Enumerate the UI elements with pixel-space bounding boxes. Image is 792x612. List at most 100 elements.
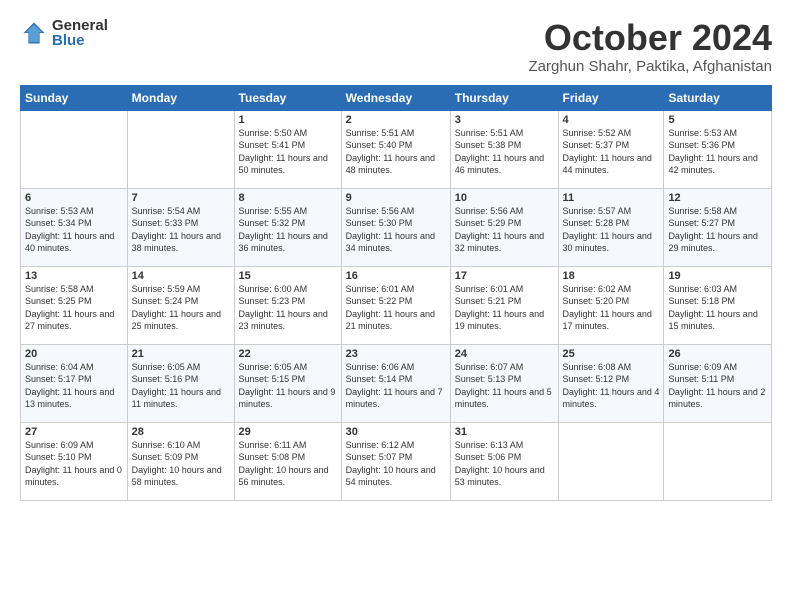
calendar-cell: 25Sunrise: 6:08 AMSunset: 5:12 PMDayligh… — [558, 344, 664, 422]
calendar-cell — [127, 110, 234, 188]
calendar-cell — [21, 110, 128, 188]
day-info: Sunrise: 6:01 AMSunset: 5:22 PMDaylight:… — [346, 283, 446, 333]
day-number: 25 — [563, 348, 660, 360]
day-number: 30 — [346, 426, 446, 438]
day-number: 7 — [132, 192, 230, 204]
calendar-cell: 28Sunrise: 6:10 AMSunset: 5:09 PMDayligh… — [127, 422, 234, 500]
weekday-header-monday: Monday — [127, 85, 234, 110]
calendar-cell — [558, 422, 664, 500]
day-info: Sunrise: 6:11 AMSunset: 5:08 PMDaylight:… — [239, 439, 337, 489]
day-number: 8 — [239, 192, 337, 204]
day-number: 18 — [563, 270, 660, 282]
logo-blue-text: Blue — [52, 33, 108, 48]
location-title: Zarghun Shahr, Paktika, Afghanistan — [529, 58, 773, 75]
day-info: Sunrise: 6:05 AMSunset: 5:15 PMDaylight:… — [239, 361, 337, 411]
week-row-3: 13Sunrise: 5:58 AMSunset: 5:25 PMDayligh… — [21, 266, 772, 344]
calendar-cell: 21Sunrise: 6:05 AMSunset: 5:16 PMDayligh… — [127, 344, 234, 422]
calendar-cell: 17Sunrise: 6:01 AMSunset: 5:21 PMDayligh… — [450, 266, 558, 344]
calendar-cell: 8Sunrise: 5:55 AMSunset: 5:32 PMDaylight… — [234, 188, 341, 266]
calendar-cell: 24Sunrise: 6:07 AMSunset: 5:13 PMDayligh… — [450, 344, 558, 422]
day-info: Sunrise: 6:12 AMSunset: 5:07 PMDaylight:… — [346, 439, 446, 489]
day-info: Sunrise: 6:01 AMSunset: 5:21 PMDaylight:… — [455, 283, 554, 333]
title-section: October 2024 Zarghun Shahr, Paktika, Afg… — [529, 18, 773, 75]
page: General Blue October 2024 Zarghun Shahr,… — [0, 0, 792, 511]
calendar-cell: 19Sunrise: 6:03 AMSunset: 5:18 PMDayligh… — [664, 266, 772, 344]
calendar-cell: 30Sunrise: 6:12 AMSunset: 5:07 PMDayligh… — [341, 422, 450, 500]
week-row-5: 27Sunrise: 6:09 AMSunset: 5:10 PMDayligh… — [21, 422, 772, 500]
day-info: Sunrise: 5:51 AMSunset: 5:40 PMDaylight:… — [346, 127, 446, 177]
calendar-table: SundayMondayTuesdayWednesdayThursdayFrid… — [20, 85, 772, 501]
week-row-4: 20Sunrise: 6:04 AMSunset: 5:17 PMDayligh… — [21, 344, 772, 422]
logo-general-text: General — [52, 18, 108, 33]
day-number: 6 — [25, 192, 123, 204]
weekday-header-thursday: Thursday — [450, 85, 558, 110]
day-number: 28 — [132, 426, 230, 438]
day-number: 14 — [132, 270, 230, 282]
calendar-cell: 31Sunrise: 6:13 AMSunset: 5:06 PMDayligh… — [450, 422, 558, 500]
calendar-cell: 5Sunrise: 5:53 AMSunset: 5:36 PMDaylight… — [664, 110, 772, 188]
day-info: Sunrise: 6:09 AMSunset: 5:11 PMDaylight:… — [668, 361, 767, 411]
week-row-2: 6Sunrise: 5:53 AMSunset: 5:34 PMDaylight… — [21, 188, 772, 266]
logo-text: General Blue — [52, 18, 108, 48]
calendar-cell: 22Sunrise: 6:05 AMSunset: 5:15 PMDayligh… — [234, 344, 341, 422]
day-number: 17 — [455, 270, 554, 282]
day-number: 20 — [25, 348, 123, 360]
day-info: Sunrise: 6:03 AMSunset: 5:18 PMDaylight:… — [668, 283, 767, 333]
weekday-header-row: SundayMondayTuesdayWednesdayThursdayFrid… — [21, 85, 772, 110]
calendar-cell: 20Sunrise: 6:04 AMSunset: 5:17 PMDayligh… — [21, 344, 128, 422]
day-info: Sunrise: 5:53 AMSunset: 5:34 PMDaylight:… — [25, 205, 123, 255]
calendar-cell: 10Sunrise: 5:56 AMSunset: 5:29 PMDayligh… — [450, 188, 558, 266]
day-number: 3 — [455, 114, 554, 126]
weekday-header-sunday: Sunday — [21, 85, 128, 110]
day-info: Sunrise: 6:04 AMSunset: 5:17 PMDaylight:… — [25, 361, 123, 411]
day-info: Sunrise: 5:52 AMSunset: 5:37 PMDaylight:… — [563, 127, 660, 177]
day-number: 1 — [239, 114, 337, 126]
calendar-cell: 27Sunrise: 6:09 AMSunset: 5:10 PMDayligh… — [21, 422, 128, 500]
day-number: 27 — [25, 426, 123, 438]
calendar-cell: 18Sunrise: 6:02 AMSunset: 5:20 PMDayligh… — [558, 266, 664, 344]
day-number: 21 — [132, 348, 230, 360]
day-number: 16 — [346, 270, 446, 282]
logo: General Blue — [20, 18, 108, 48]
weekday-header-wednesday: Wednesday — [341, 85, 450, 110]
day-number: 13 — [25, 270, 123, 282]
day-number: 4 — [563, 114, 660, 126]
day-number: 29 — [239, 426, 337, 438]
day-info: Sunrise: 5:58 AMSunset: 5:25 PMDaylight:… — [25, 283, 123, 333]
day-number: 31 — [455, 426, 554, 438]
day-info: Sunrise: 5:53 AMSunset: 5:36 PMDaylight:… — [668, 127, 767, 177]
day-info: Sunrise: 5:50 AMSunset: 5:41 PMDaylight:… — [239, 127, 337, 177]
calendar-cell: 15Sunrise: 6:00 AMSunset: 5:23 PMDayligh… — [234, 266, 341, 344]
calendar-cell: 11Sunrise: 5:57 AMSunset: 5:28 PMDayligh… — [558, 188, 664, 266]
day-info: Sunrise: 5:51 AMSunset: 5:38 PMDaylight:… — [455, 127, 554, 177]
day-info: Sunrise: 5:55 AMSunset: 5:32 PMDaylight:… — [239, 205, 337, 255]
day-number: 10 — [455, 192, 554, 204]
day-number: 15 — [239, 270, 337, 282]
day-info: Sunrise: 6:06 AMSunset: 5:14 PMDaylight:… — [346, 361, 446, 411]
calendar-cell: 3Sunrise: 5:51 AMSunset: 5:38 PMDaylight… — [450, 110, 558, 188]
calendar-cell: 1Sunrise: 5:50 AMSunset: 5:41 PMDaylight… — [234, 110, 341, 188]
day-info: Sunrise: 5:56 AMSunset: 5:30 PMDaylight:… — [346, 205, 446, 255]
day-number: 11 — [563, 192, 660, 204]
calendar-cell: 2Sunrise: 5:51 AMSunset: 5:40 PMDaylight… — [341, 110, 450, 188]
day-number: 5 — [668, 114, 767, 126]
day-info: Sunrise: 6:09 AMSunset: 5:10 PMDaylight:… — [25, 439, 123, 489]
header: General Blue October 2024 Zarghun Shahr,… — [20, 18, 772, 75]
calendar-cell: 29Sunrise: 6:11 AMSunset: 5:08 PMDayligh… — [234, 422, 341, 500]
day-number: 26 — [668, 348, 767, 360]
day-info: Sunrise: 5:58 AMSunset: 5:27 PMDaylight:… — [668, 205, 767, 255]
day-info: Sunrise: 6:10 AMSunset: 5:09 PMDaylight:… — [132, 439, 230, 489]
week-row-1: 1Sunrise: 5:50 AMSunset: 5:41 PMDaylight… — [21, 110, 772, 188]
day-number: 9 — [346, 192, 446, 204]
day-number: 24 — [455, 348, 554, 360]
calendar-cell — [664, 422, 772, 500]
calendar-cell: 13Sunrise: 5:58 AMSunset: 5:25 PMDayligh… — [21, 266, 128, 344]
calendar-cell: 4Sunrise: 5:52 AMSunset: 5:37 PMDaylight… — [558, 110, 664, 188]
day-info: Sunrise: 6:08 AMSunset: 5:12 PMDaylight:… — [563, 361, 660, 411]
day-number: 19 — [668, 270, 767, 282]
day-number: 2 — [346, 114, 446, 126]
day-info: Sunrise: 6:07 AMSunset: 5:13 PMDaylight:… — [455, 361, 554, 411]
day-info: Sunrise: 6:05 AMSunset: 5:16 PMDaylight:… — [132, 361, 230, 411]
calendar-cell: 7Sunrise: 5:54 AMSunset: 5:33 PMDaylight… — [127, 188, 234, 266]
day-info: Sunrise: 5:59 AMSunset: 5:24 PMDaylight:… — [132, 283, 230, 333]
